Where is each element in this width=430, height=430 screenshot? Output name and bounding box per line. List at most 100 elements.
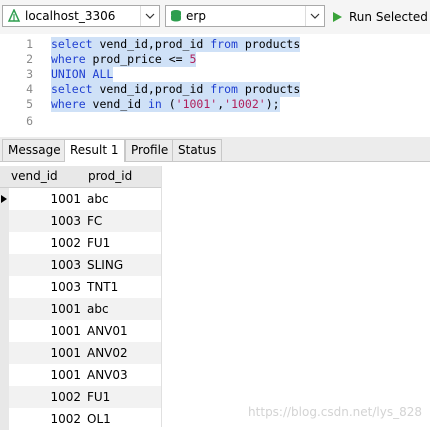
code-token: ( — [161, 97, 176, 111]
line-number: 2 — [26, 52, 33, 66]
code-text: select vend_id,prod_id from products — [51, 82, 301, 97]
code-line: 2 where prod_price <= 5 — [0, 52, 430, 67]
row-indicator[interactable] — [0, 320, 9, 342]
code-token: prod_price <= — [85, 52, 190, 66]
row-indicator[interactable] — [0, 386, 9, 408]
tab-result-1[interactable]: Result 1 — [64, 139, 125, 162]
play-icon — [331, 11, 343, 23]
database-select[interactable]: erp — [165, 5, 325, 27]
code-token: vend_id,prod_id — [92, 37, 211, 51]
table-row[interactable]: 1001 ANV03 — [0, 364, 161, 386]
line-number: 1 — [26, 37, 33, 51]
chevron-down-icon[interactable] — [140, 6, 159, 26]
code-text: UNION ALL — [51, 67, 114, 82]
cell-prod-id[interactable]: FU1 — [87, 386, 161, 408]
connection-icon — [7, 9, 21, 23]
code-token: vend_id — [85, 97, 148, 111]
cell-vend-id[interactable]: 1001 — [9, 188, 81, 210]
code-line: 3 UNION ALL — [0, 67, 430, 82]
row-indicator[interactable] — [0, 342, 9, 364]
tab-profile[interactable]: Profile — [125, 139, 175, 161]
result-tabs: Message Result 1 Profile Status — [0, 137, 430, 162]
table-row[interactable]: 1003 FC — [0, 210, 161, 232]
connection-label: localhost_3306 — [25, 9, 116, 23]
code-token: where — [51, 52, 86, 66]
table-row[interactable]: 1002 FU1 — [0, 386, 161, 408]
cell-prod-id[interactable]: SLING — [87, 254, 161, 276]
code-text: where prod_price <= 5 — [51, 52, 197, 67]
cell-vend-id[interactable]: 1003 — [9, 254, 81, 276]
code-token: from — [210, 82, 238, 96]
current-row-arrow-icon — [1, 195, 7, 203]
code-line: 6 — [0, 114, 430, 129]
table-row[interactable]: 1001 abc — [0, 188, 161, 210]
run-selected-button[interactable]: Run Selected — [331, 7, 428, 27]
row-indicator[interactable] — [0, 254, 9, 276]
row-indicator[interactable] — [0, 188, 9, 210]
cell-vend-id[interactable]: 1003 — [9, 210, 81, 232]
code-token: from — [210, 37, 238, 51]
cell-prod-id[interactable]: abc — [87, 188, 161, 210]
tab-message[interactable]: Message — [2, 139, 67, 161]
cell-vend-id[interactable]: 1002 — [9, 232, 81, 254]
cell-prod-id[interactable]: ANV02 — [87, 342, 161, 364]
cell-prod-id[interactable]: FU1 — [87, 232, 161, 254]
cell-prod-id[interactable]: abc — [87, 298, 161, 320]
cell-vend-id[interactable]: 1001 — [9, 298, 81, 320]
code-token: UNION ALL — [51, 67, 114, 81]
database-icon — [170, 9, 182, 23]
code-token: products — [237, 37, 301, 51]
code-token: in — [147, 97, 162, 111]
code-token: vend_id,prod_id — [92, 82, 211, 96]
code-token: products — [237, 82, 301, 96]
toolbar: localhost_3306 erp Run Selected — [0, 0, 430, 35]
code-token: select — [51, 82, 93, 96]
code-token: '1002' — [224, 97, 266, 111]
table-row[interactable]: 1001 abc — [0, 298, 161, 320]
row-indicator[interactable] — [0, 276, 9, 298]
row-indicator[interactable] — [0, 210, 9, 232]
table-row[interactable]: 1001 ANV01 — [0, 320, 161, 342]
table-row[interactable]: 1002 FU1 — [0, 232, 161, 254]
cell-prod-id[interactable]: FC — [87, 210, 161, 232]
cell-vend-id[interactable]: 1003 — [9, 276, 81, 298]
row-indicator[interactable] — [0, 364, 9, 386]
code-token: ); — [265, 97, 280, 111]
result-grid[interactable]: vend_id prod_id 1001 abc 1003 FC 1002 FU1 1003… — [0, 162, 430, 430]
cell-prod-id[interactable]: ANV01 — [87, 320, 161, 342]
line-number: 3 — [26, 67, 33, 81]
column-header-vend-id[interactable]: vend_id — [11, 166, 58, 187]
line-number: 4 — [26, 82, 33, 96]
cell-vend-id[interactable]: 1001 — [9, 342, 81, 364]
cell-prod-id[interactable]: ANV03 — [87, 364, 161, 386]
code-text: where vend_id in ('1001','1002'); — [51, 97, 280, 112]
code-text: select vend_id,prod_id from products — [51, 37, 301, 52]
code-line: 1 select vend_id,prod_id from products — [0, 37, 430, 52]
watermark: https://blog.csdn.net/lys_828 — [248, 405, 422, 419]
grid-header: vend_id prod_id — [0, 166, 161, 188]
tab-status[interactable]: Status — [172, 139, 223, 161]
code-token: select — [51, 37, 93, 51]
code-token: '1001' — [175, 97, 218, 111]
code-line: 4 select vend_id,prod_id from products — [0, 82, 430, 97]
grid-divider — [161, 166, 162, 427]
cell-vend-id[interactable]: 1001 — [9, 364, 81, 386]
table-row[interactable]: 1003 SLING — [0, 254, 161, 276]
line-number: 5 — [26, 97, 33, 111]
table-row[interactable]: 1001 ANV02 — [0, 342, 161, 364]
run-selected-label: Run Selected — [349, 10, 428, 24]
code-line: 5 where vend_id in ('1001','1002'); — [0, 97, 430, 112]
code-token: where — [51, 97, 86, 111]
column-header-prod-id[interactable]: prod_id — [88, 166, 132, 187]
table-row[interactable]: 1003 TNT1 — [0, 276, 161, 298]
chevron-down-icon[interactable] — [305, 6, 324, 26]
cell-prod-id[interactable]: TNT1 — [87, 276, 161, 298]
row-indicator[interactable] — [0, 298, 9, 320]
cell-vend-id[interactable]: 1001 — [9, 320, 81, 342]
row-indicator[interactable] — [0, 232, 9, 254]
cell-vend-id[interactable]: 1002 — [9, 386, 81, 408]
line-number: 6 — [26, 114, 33, 128]
connection-select[interactable]: localhost_3306 — [2, 5, 160, 27]
sql-editor[interactable]: 1 select vend_id,prod_id from products 2 wh… — [0, 34, 430, 130]
code-token: 5 — [189, 52, 197, 66]
